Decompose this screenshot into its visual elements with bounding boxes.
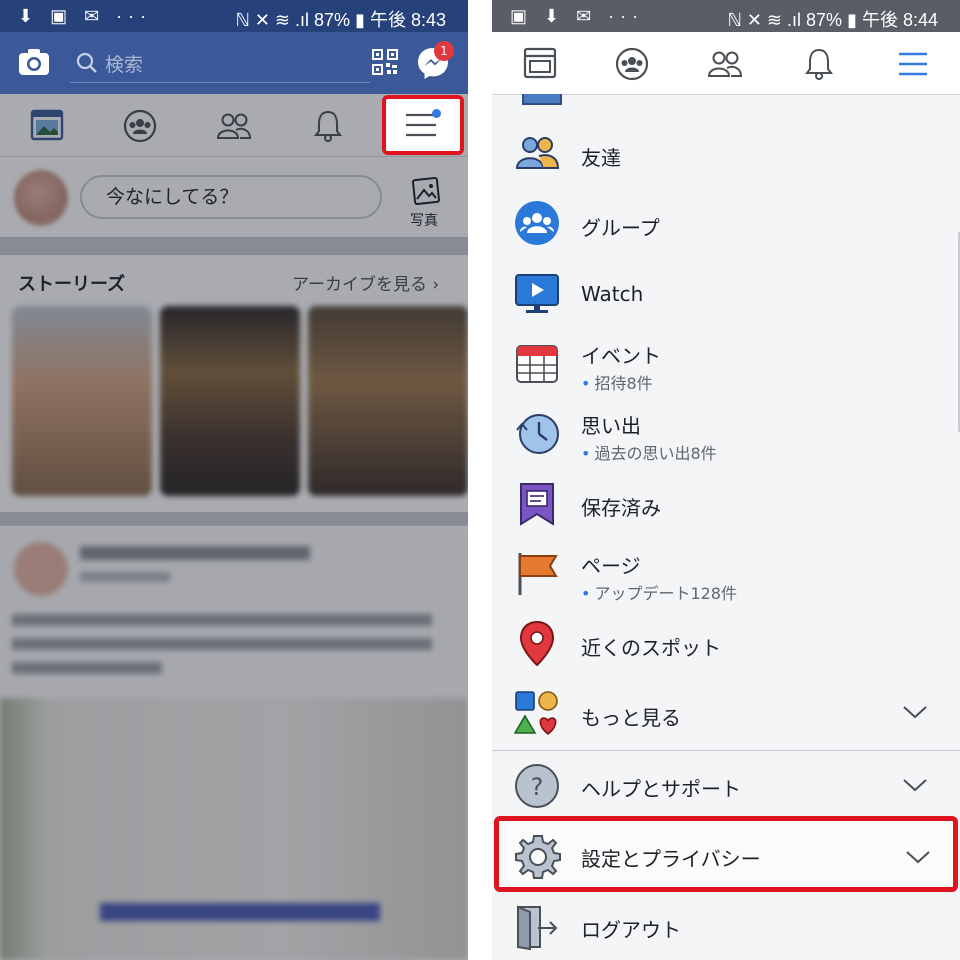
menu-item-sub: 招待8件	[581, 370, 652, 394]
tab-bar	[492, 32, 960, 95]
status-right-info: ℕ ✕ ≋ .ıl 87% ▮ 午後 8:43	[235, 10, 446, 30]
status-left-icons: ⬇ ▣ ✉ ···	[18, 6, 153, 26]
menu-item-logout[interactable]: ログアウト	[492, 892, 960, 960]
messenger-badge: 1	[434, 41, 454, 61]
menu-item-label: ページ	[581, 554, 641, 578]
search-input[interactable]: 検索	[105, 50, 360, 77]
notifications-bell-icon[interactable]	[799, 44, 839, 84]
dim-overlay	[0, 94, 468, 960]
location-pin-icon	[519, 620, 555, 666]
menu-item-label: グループ	[581, 216, 660, 240]
menu-item-settings-privacy[interactable]: 設定とプライバシー	[494, 816, 958, 892]
calendar-icon	[516, 345, 558, 383]
menu-item-memories[interactable]: 思い出 過去の思い出8件	[492, 398, 960, 468]
status-left-icons: ▣ ⬇ ✉ ···	[510, 6, 645, 26]
search-underline	[70, 82, 370, 83]
help-icon: ?	[515, 764, 559, 808]
facebook-top-bar: 検索 1	[0, 32, 468, 94]
menu-item-watch[interactable]: Watch	[492, 258, 960, 328]
gear-icon	[515, 835, 561, 879]
friends-tab-icon[interactable]	[705, 44, 745, 84]
memories-icon	[516, 414, 559, 454]
left-screenshot: ⬇ ▣ ✉ ··· ℕ ✕ ≋ .ıl 87% ▮ 午後 8:43 検索 1 今…	[0, 0, 468, 960]
chevron-down-icon[interactable]	[902, 777, 928, 793]
menu-item-label: ヘルプとサポート	[581, 777, 741, 801]
menu-item-label: 保存済み	[581, 496, 661, 520]
menu-item-groups[interactable]: グループ	[492, 188, 960, 258]
logout-icon	[517, 905, 558, 950]
partial-item-icon	[522, 94, 562, 105]
flag-icon	[518, 553, 558, 595]
camera-icon[interactable]	[18, 48, 50, 76]
svg-text:?: ?	[531, 773, 544, 801]
status-bar: ⬇ ▣ ✉ ··· ℕ ✕ ≋ .ıl 87% ▮ 午後 8:43	[0, 0, 468, 32]
saved-icon	[520, 483, 554, 526]
menu-item-pages[interactable]: ページ アップデート128件	[492, 538, 960, 608]
menu-item-events[interactable]: イベント 招待8件	[492, 328, 960, 398]
shapes-icon	[514, 691, 558, 736]
groups-icon	[515, 201, 559, 245]
notification-dot	[432, 109, 441, 118]
menu-item-label: 思い出	[581, 414, 641, 438]
menu-item-label: 設定とプライバシー	[581, 847, 761, 871]
menu-item-label: Watch	[581, 282, 644, 306]
search-icon	[76, 52, 97, 73]
chevron-down-icon[interactable]	[902, 704, 928, 720]
menu-item-sub: アップデート128件	[581, 580, 737, 604]
groups-tab-icon[interactable]	[612, 44, 652, 84]
menu-item-sub: 過去の思い出8件	[581, 440, 716, 464]
menu-item-help-support[interactable]: ? ヘルプとサポート	[492, 751, 960, 821]
menu-item-label: イベント	[581, 344, 661, 368]
menu-item-nearby-places[interactable]: 近くのスポット	[492, 608, 960, 678]
news-feed-icon[interactable]	[520, 44, 560, 84]
status-right-info: ℕ ✕ ≋ .ıl 87% ▮ 午後 8:44	[727, 10, 938, 30]
watch-icon	[515, 274, 559, 313]
friends-icon	[515, 137, 560, 169]
menu-item-saved[interactable]: 保存済み	[492, 468, 960, 538]
hamburger-menu-icon-active[interactable]	[893, 44, 933, 84]
menu-item-label: 近くのスポット	[581, 636, 721, 660]
menu-item-label: ログアウト	[581, 918, 681, 942]
menu-item-label: 友達	[581, 146, 621, 170]
menu-item-friends[interactable]: 友達	[492, 118, 960, 188]
status-bar: ▣ ⬇ ✉ ··· ℕ ✕ ≋ .ıl 87% ▮ 午後 8:44	[492, 0, 960, 32]
menu-item-label: もっと見る	[581, 706, 681, 730]
chevron-down-icon[interactable]	[905, 849, 931, 865]
qr-code-icon[interactable]	[372, 49, 398, 75]
menu-item-see-more[interactable]: もっと見る	[492, 678, 960, 748]
